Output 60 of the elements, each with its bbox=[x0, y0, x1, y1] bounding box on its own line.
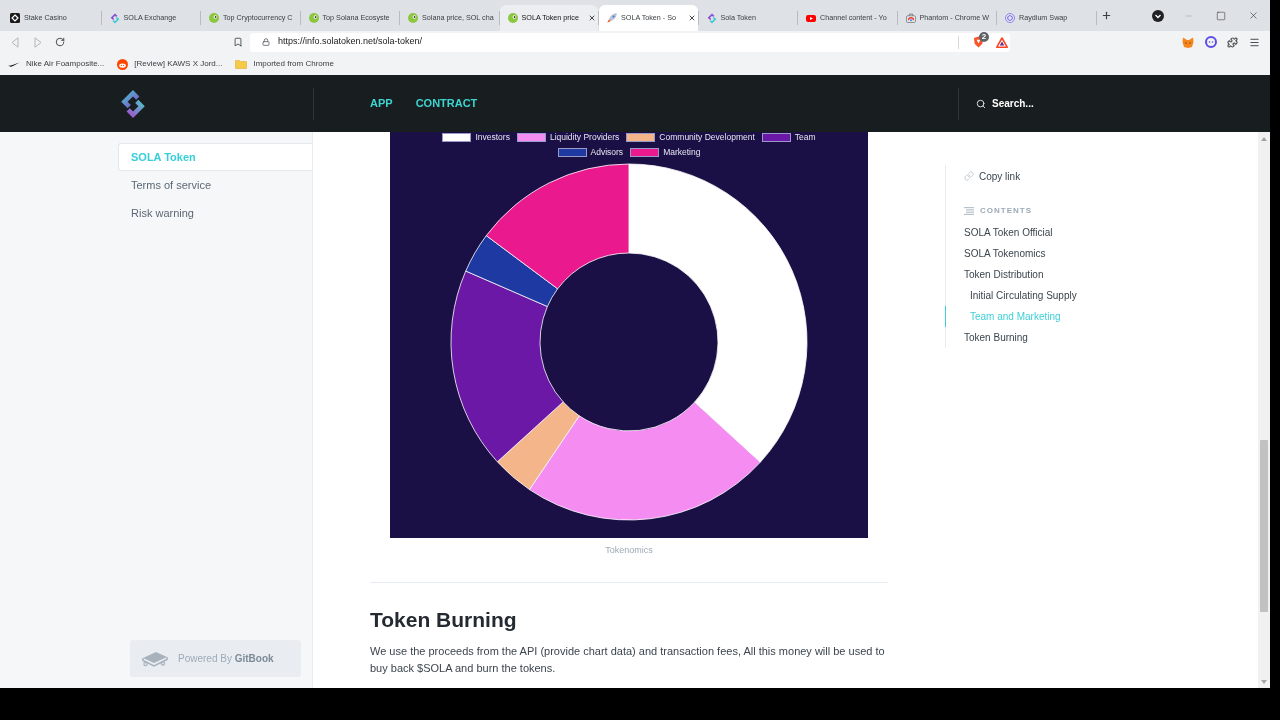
play-icon bbox=[806, 14, 816, 22]
legend-label: Advisors bbox=[590, 146, 624, 159]
nav-link[interactable]: APP bbox=[370, 95, 393, 112]
logo-icon[interactable] bbox=[119, 88, 147, 119]
sidebar-item[interactable]: Risk warning bbox=[118, 199, 312, 227]
close-icon[interactable] bbox=[588, 14, 596, 22]
triangle-icon[interactable] bbox=[996, 36, 1008, 48]
bookmark-icon[interactable] bbox=[233, 37, 243, 47]
search-icon bbox=[976, 98, 986, 109]
toc-link[interactable]: SOLA Tokenomics bbox=[945, 243, 1258, 264]
gecko-head-icon bbox=[507, 13, 518, 23]
section-heading: Token Burning bbox=[370, 607, 518, 633]
toc-link[interactable]: Initial Circulating Supply bbox=[945, 285, 1258, 306]
chart-caption: Tokenomics bbox=[604, 544, 654, 556]
rocket-icon bbox=[607, 13, 617, 23]
shopping-bag-icon bbox=[905, 13, 916, 23]
toc-link[interactable]: Token Distribution bbox=[945, 264, 1258, 285]
address-bar[interactable]: https://info.solatoken.net/sola-token/ 2 bbox=[250, 32, 1010, 52]
legend-label: Investors bbox=[475, 131, 510, 144]
copy-link[interactable]: Copy link bbox=[946, 165, 1021, 187]
face-circle-icon bbox=[117, 58, 129, 70]
section-paragraph: We use the proceeds from the API (provide chart data) and transaction fees, All this money will be used to buy back $SOLA and burn the tokens. bbox=[370, 644, 886, 676]
toc-heading: CONTENTS bbox=[980, 205, 1032, 217]
menu-icon[interactable] bbox=[1249, 36, 1260, 48]
reload-icon[interactable] bbox=[55, 37, 65, 47]
legend-label: Marketing bbox=[663, 146, 701, 159]
ring-icon[interactable] bbox=[1205, 36, 1217, 48]
gecko-head-icon bbox=[308, 13, 319, 23]
lock-icon bbox=[262, 38, 270, 46]
bookmark-item[interactable]: Imported from Chrome bbox=[235, 58, 334, 70]
link-icon bbox=[964, 171, 974, 181]
toc-link[interactable]: Token Burning bbox=[945, 327, 1258, 348]
new-tab-icon[interactable] bbox=[1100, 10, 1112, 21]
hexagon-circle-icon bbox=[1005, 13, 1015, 23]
legend-label: Liquidity Providers bbox=[549, 131, 620, 144]
sidebar-item[interactable]: Terms of service bbox=[118, 171, 312, 199]
square-logo-icon bbox=[10, 13, 20, 23]
gecko-head-icon bbox=[408, 13, 418, 23]
scrollbar-thumb[interactable] bbox=[1260, 440, 1268, 612]
bookmark-item[interactable]: Nike Air Foamposite... bbox=[8, 58, 105, 70]
bookmark-item[interactable]: [Review] KAWS X Jord... bbox=[117, 58, 223, 70]
puzzle-icon[interactable] bbox=[1227, 36, 1238, 48]
shield-badge: 2 bbox=[979, 32, 989, 42]
dropdown-icon[interactable] bbox=[1152, 9, 1164, 22]
fox-icon[interactable] bbox=[1182, 36, 1194, 48]
search-field[interactable]: Search... bbox=[992, 96, 1112, 111]
chevron-logo-icon bbox=[109, 12, 120, 24]
legend-label: Team bbox=[794, 131, 816, 144]
maximize-icon[interactable] bbox=[1216, 10, 1226, 21]
close-icon[interactable] bbox=[687, 14, 696, 22]
swoosh-icon bbox=[8, 61, 20, 67]
folder-icon bbox=[235, 59, 248, 69]
nav-link[interactable]: CONTRACT bbox=[415, 95, 478, 112]
toc-link[interactable]: SOLA Token Official bbox=[945, 222, 1258, 243]
legend-label: Community Development bbox=[659, 131, 755, 144]
book-icon bbox=[141, 649, 169, 668]
page-scrollbar[interactable] bbox=[1258, 132, 1270, 688]
gecko-head-icon bbox=[209, 13, 219, 23]
list-icon bbox=[964, 207, 974, 215]
chevron-logo-icon bbox=[706, 12, 717, 24]
